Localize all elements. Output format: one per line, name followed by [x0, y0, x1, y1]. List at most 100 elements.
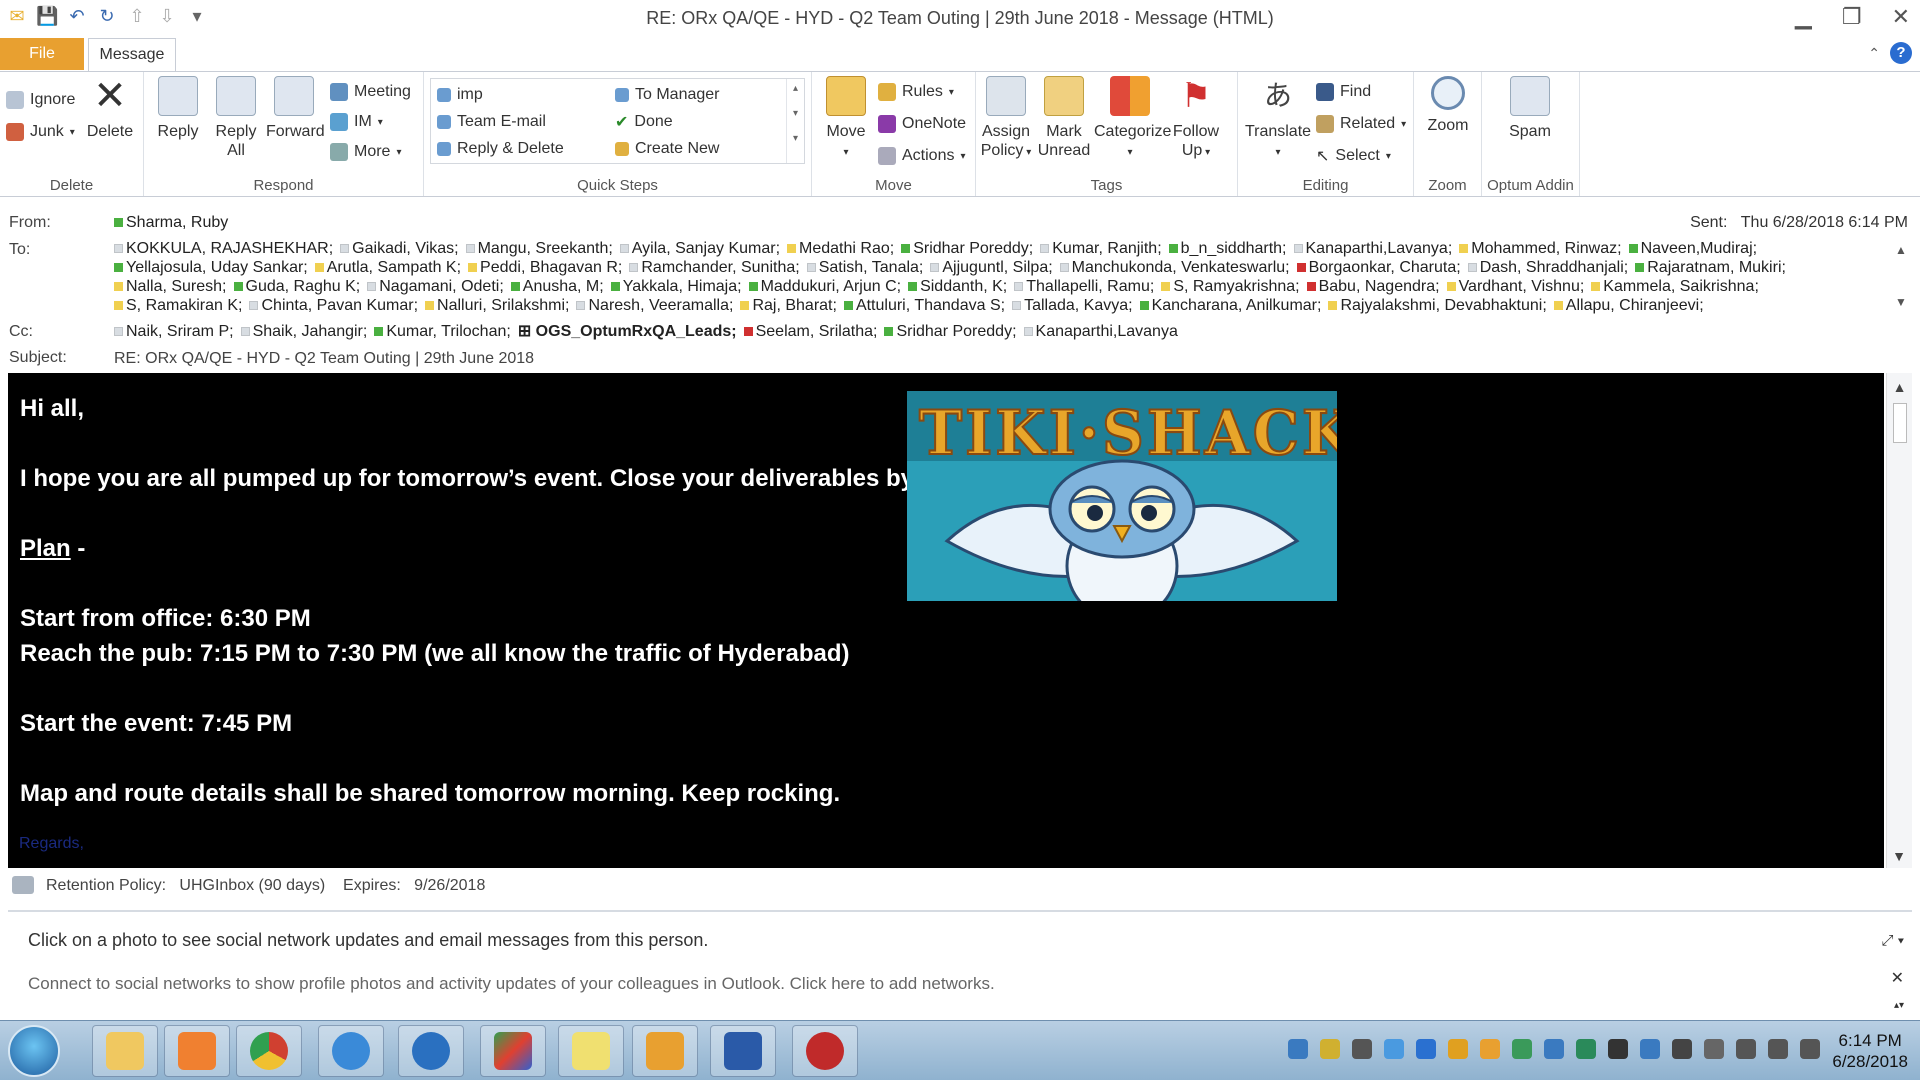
body-scrollbar[interactable]: ▲ ▼	[1886, 373, 1912, 868]
tray-icon[interactable]	[1384, 1039, 1404, 1059]
recipient[interactable]: Kanaparthi,Lavanya;	[1293, 240, 1452, 257]
file-explorer-icon[interactable]	[92, 1025, 158, 1077]
pane-scroll-icon[interactable]: ▴▾	[1894, 1000, 1904, 1011]
recipient[interactable]: Peddi, Bhagavan R;	[468, 259, 622, 276]
onenote-button[interactable]: OneNote	[878, 112, 966, 136]
body-scroll-down[interactable]: ▼	[1887, 848, 1911, 864]
tray-icon[interactable]	[1608, 1039, 1628, 1059]
recipient[interactable]: Gaikadi, Vikas;	[340, 240, 459, 257]
recipient[interactable]: Satish, Tanala;	[806, 259, 923, 276]
spam-button[interactable]: Spam	[1502, 76, 1558, 141]
tiki-shack-image[interactable]: TIKI·SHACK	[907, 391, 1337, 601]
recipient[interactable]: Medathi Rao;	[787, 240, 894, 257]
recipient[interactable]: Sridhar Poreddy;	[884, 323, 1017, 340]
quickstep-create-new[interactable]: Create New	[615, 137, 719, 161]
meeting-button[interactable]: Meeting	[330, 80, 411, 104]
quickstep-reply-delete[interactable]: Reply & Delete	[437, 137, 564, 161]
quickstep-to-manager[interactable]: To Manager	[615, 83, 720, 107]
quickstep-done[interactable]: ✔ Done	[615, 110, 673, 134]
reply-button[interactable]: Reply	[150, 76, 206, 141]
recipient[interactable]: Rajaratnam, Mukiri;	[1635, 259, 1786, 276]
assign-policy-button[interactable]: Assign Policy ▾	[978, 76, 1034, 162]
recipient[interactable]: Ramchander, Sunitha;	[629, 259, 800, 276]
recipient[interactable]: Guda, Raghu K;	[233, 278, 360, 295]
recipient[interactable]: ⊞ OGS_OptumRxQA_Leads;	[518, 323, 737, 340]
scroll-thumb[interactable]	[1892, 403, 1907, 443]
sticky-notes-icon[interactable]	[558, 1025, 624, 1077]
outlook-icon[interactable]	[632, 1025, 698, 1077]
translate-button[interactable]: あ Translate ▾	[1242, 76, 1314, 162]
recipient[interactable]: Shaik, Jahangir;	[240, 323, 367, 340]
recipient[interactable]: Thallapelli, Ramu;	[1014, 278, 1154, 295]
tray-icon[interactable]	[1512, 1039, 1532, 1059]
recipient[interactable]: Borgaonkar, Charuta;	[1296, 259, 1461, 276]
recipient[interactable]: Ayila, Sanjay Kumar;	[619, 240, 780, 257]
from-sender[interactable]: Sharma, Ruby	[114, 213, 228, 232]
body-scroll-up[interactable]: ▲	[1887, 379, 1912, 395]
social-connect-link[interactable]: Connect to social networks to show profi…	[28, 974, 995, 994]
recipient[interactable]: Chinta, Pavan Kumar;	[249, 297, 418, 314]
tray-icon[interactable]	[1448, 1039, 1468, 1059]
recipient[interactable]: Sridhar Poreddy;	[901, 240, 1033, 257]
quickstep-team-email[interactable]: Team E-mail	[437, 110, 546, 134]
signal-icon[interactable]	[1800, 1039, 1820, 1059]
recipients-scroll-down[interactable]: ▼	[1892, 295, 1910, 309]
app-icon[interactable]	[792, 1025, 858, 1077]
mark-unread-button[interactable]: Mark Unread	[1036, 76, 1092, 160]
recipient[interactable]: Yakkala, Himaja;	[610, 278, 742, 295]
follow-up-button[interactable]: ⚑ Follow Up ▾	[1168, 76, 1224, 162]
find-button[interactable]: Find	[1316, 80, 1371, 104]
recipient[interactable]: Manchukonda, Venkateswarlu;	[1059, 259, 1290, 276]
tray-icon[interactable]	[1576, 1039, 1596, 1059]
tray-icon[interactable]	[1640, 1039, 1660, 1059]
tray-icon[interactable]	[1672, 1039, 1692, 1059]
recipient[interactable]: Ajjuguntl, Silpa;	[930, 259, 1053, 276]
media-player-icon[interactable]	[164, 1025, 230, 1077]
tab-message[interactable]: Message	[88, 38, 176, 72]
tray-icon[interactable]	[1320, 1039, 1340, 1059]
recipient[interactable]: Siddanth, K;	[908, 278, 1007, 295]
group-expand-icon[interactable]: ⊞	[518, 323, 536, 340]
recipient[interactable]: Nagamani, Odeti;	[367, 278, 504, 295]
tab-file[interactable]: File	[0, 38, 84, 70]
tray-icon[interactable]	[1544, 1039, 1564, 1059]
close-icon[interactable]: ✕	[1892, 4, 1910, 30]
select-button[interactable]: ↖ Select ▾	[1316, 144, 1391, 168]
recipient[interactable]: KOKKULA, RAJASHEKHAR;	[114, 240, 333, 257]
recipient[interactable]: Arutla, Sampath K;	[314, 259, 461, 276]
photo-viewer-icon[interactable]	[480, 1025, 546, 1077]
recipient[interactable]: Naik, Sriram P;	[114, 323, 234, 340]
recipient[interactable]: Attuluri, Thandava S;	[843, 297, 1005, 314]
recipient[interactable]: Mangu, Sreekanth;	[465, 240, 613, 257]
minimize-icon[interactable]: ▁	[1795, 4, 1812, 30]
quick-steps-scroll[interactable]: ▴ ▾ ▾	[786, 79, 804, 163]
recipient[interactable]: Vardhant, Vishnu;	[1446, 278, 1584, 295]
junk-button[interactable]: Junk ▾	[6, 120, 75, 144]
help-icon[interactable]: ?	[1890, 42, 1912, 64]
tray-icon[interactable]	[1416, 1039, 1436, 1059]
delete-button[interactable]: ✕ Delete	[82, 76, 138, 141]
recipient[interactable]: Yellajosula, Uday Sankar;	[114, 259, 308, 276]
recipient[interactable]: Dash, Shraddhanjali;	[1467, 259, 1628, 276]
recipient[interactable]: S, Ramakiran K;	[114, 297, 242, 314]
actions-button[interactable]: Actions ▾	[878, 144, 966, 168]
recipient[interactable]: Seelam, Srilatha;	[743, 323, 877, 340]
im-button[interactable]: IM ▾	[330, 110, 383, 134]
chrome-icon[interactable]	[236, 1025, 302, 1077]
communicator-icon[interactable]	[398, 1025, 464, 1077]
recipient[interactable]: Kanaparthi,Lavanya	[1023, 323, 1178, 340]
message-body[interactable]: Hi all, I hope you are all pumped up for…	[8, 373, 1884, 868]
recipient[interactable]: Anusha, M;	[510, 278, 604, 295]
recipient[interactable]: Nalluri, Srilakshmi;	[425, 297, 569, 314]
categorize-button[interactable]: Categorize ▾	[1094, 76, 1171, 162]
restore-icon[interactable]: ❐	[1842, 4, 1862, 30]
internet-explorer-icon[interactable]	[318, 1025, 384, 1077]
zoom-button[interactable]: Zoom	[1420, 76, 1476, 135]
recipient[interactable]: Raj, Bharat;	[740, 297, 837, 314]
recipient[interactable]: Allapu, Chiranjeevi;	[1553, 297, 1704, 314]
recipient[interactable]: Rajyalakshmi, Devabhaktuni;	[1328, 297, 1547, 314]
tray-icon[interactable]	[1288, 1039, 1308, 1059]
tray-icon[interactable]	[1480, 1039, 1500, 1059]
recipient[interactable]: Tallada, Kavya;	[1012, 297, 1133, 314]
recipient[interactable]: b_n_siddharth;	[1168, 240, 1287, 257]
